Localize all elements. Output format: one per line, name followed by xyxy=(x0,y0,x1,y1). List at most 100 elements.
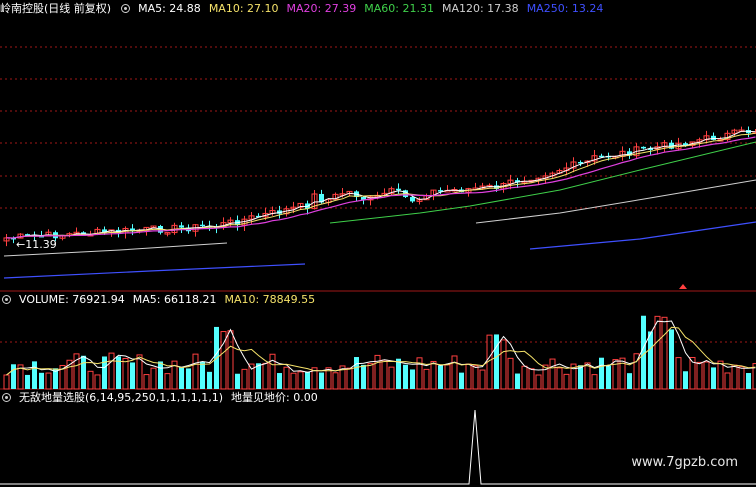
volume-bar xyxy=(549,358,556,390)
volume-bar xyxy=(578,365,583,389)
price-panel-header: 岭南控股(日线 前复权) MA5: 24.88 MA10: 27.10 MA20: … xyxy=(0,1,603,16)
custom-indicator-title: 无敌地量选股(6,14,95,250,1,1,1,1,1,1) xyxy=(19,391,224,404)
volume-bar xyxy=(627,373,632,389)
volume-bar xyxy=(599,357,604,389)
volume-bar xyxy=(606,365,611,389)
volume-bar xyxy=(494,334,499,389)
volume-bar xyxy=(108,352,115,390)
volume-bar xyxy=(711,367,716,389)
volume-bar xyxy=(683,371,688,389)
volume-bar xyxy=(717,360,724,390)
candle-body xyxy=(711,135,716,140)
volume-bar xyxy=(648,331,653,389)
low-price-arrow-icon: ← xyxy=(16,238,26,251)
volume-bar xyxy=(262,362,269,390)
stock-chart-window: 岭南控股(日线 前复权) MA5: 24.88 MA10: 27.10 MA20: … xyxy=(0,0,756,487)
volume-bar xyxy=(179,366,184,389)
volume-bar xyxy=(500,339,507,390)
volume-bar xyxy=(591,374,598,390)
volume-bar xyxy=(354,357,359,389)
custom-indicator-value: 地量见地价: 0.00 xyxy=(231,391,318,404)
custom-settings-gear-icon[interactable] xyxy=(2,392,11,402)
volume-bar xyxy=(367,363,374,390)
volume-bar xyxy=(269,353,276,390)
volume-bar xyxy=(87,370,94,390)
volume-bar xyxy=(535,374,542,390)
stock-title: 岭南控股(日线 前复权) xyxy=(0,2,112,15)
volume-bar xyxy=(283,366,290,390)
settings-gear-icon[interactable] xyxy=(121,3,131,13)
volume-bar xyxy=(731,364,738,390)
volume-bar xyxy=(515,373,520,389)
volume-bar xyxy=(207,371,212,389)
signal-marker-icon xyxy=(679,284,687,289)
volume-bar xyxy=(45,372,52,390)
volume-bar xyxy=(459,372,464,389)
volume-bar xyxy=(479,369,486,390)
volume-bar xyxy=(444,364,451,390)
volume-bar xyxy=(290,372,297,390)
volume-bar xyxy=(346,367,353,390)
ma-indicator-4: MA120: 17.38 xyxy=(441,1,519,15)
volume-bar xyxy=(305,371,310,389)
candle-body xyxy=(179,225,184,228)
ma-indicator-1: MA10: 27.10 xyxy=(208,1,279,15)
ma-indicator-2: MA20: 27.39 xyxy=(286,1,357,15)
volume-settings-gear-icon[interactable] xyxy=(2,294,11,304)
candle-body xyxy=(396,188,401,191)
ma20-line xyxy=(6,136,756,239)
volume-bar xyxy=(39,372,44,389)
volume-bar xyxy=(200,361,205,389)
volume-bar xyxy=(277,373,282,389)
volume-bar xyxy=(381,359,388,390)
volume-bar xyxy=(423,368,430,390)
ma-indicator-3: MA60: 21.31 xyxy=(364,1,434,15)
volume-bar xyxy=(465,363,472,390)
ma250-line xyxy=(529,221,756,250)
volume-bar xyxy=(675,357,682,390)
volume-bar xyxy=(130,362,135,389)
ma-indicator-list: MA5: 24.88 MA10: 27.10 MA20: 27.39 MA60: 21… xyxy=(138,2,603,15)
ma-indicator-0: MA5: 24.88 xyxy=(138,1,201,15)
volume-bar xyxy=(738,366,745,390)
chart-canvas[interactable] xyxy=(0,0,756,487)
volume-bar xyxy=(32,361,37,389)
volume-bar xyxy=(227,330,234,390)
volume-bar xyxy=(164,373,171,390)
volume-bar xyxy=(256,363,261,389)
volume-bar xyxy=(150,367,157,390)
ma250-line xyxy=(3,263,306,279)
volume-bar xyxy=(388,366,395,390)
volume-ma-indicator-1: MA10: 78849.55 xyxy=(224,292,316,306)
volume-bar xyxy=(410,369,415,389)
volume-bar xyxy=(403,364,408,389)
volume-bar xyxy=(319,372,324,389)
volume-bar xyxy=(94,374,101,390)
volume-bar xyxy=(235,373,240,389)
volume-bar xyxy=(430,360,437,390)
volume-bar xyxy=(81,355,86,389)
volume-bar xyxy=(703,361,710,390)
watermark: www.7gpzb.com xyxy=(631,455,738,470)
volume-bar xyxy=(746,373,751,389)
volume-bar xyxy=(451,355,458,390)
volume-indicator-list: MA5: 66118.21 MA10: 78849.55 xyxy=(133,293,315,306)
volume-bar xyxy=(661,316,668,390)
volume-bar xyxy=(438,365,443,389)
ma60-line xyxy=(329,141,756,224)
ma-indicator-5: MA250: 13.24 xyxy=(526,1,604,15)
volume-bar xyxy=(563,373,570,390)
volume-bar xyxy=(332,372,339,390)
volume-panel-header: VOLUME: 76921.94 MA5: 66118.21 MA10: 7884… xyxy=(0,292,315,306)
volume-bar xyxy=(669,329,674,389)
candle-body xyxy=(200,224,205,227)
volume-bar xyxy=(521,365,528,390)
volume-bar xyxy=(396,358,401,389)
volume-bar xyxy=(297,371,304,390)
indicator-signal-line xyxy=(0,409,756,485)
volume-title: VOLUME: 76921.94 xyxy=(19,292,125,306)
volume-bar xyxy=(143,374,150,390)
volume-bar xyxy=(186,368,191,389)
candle-body xyxy=(641,146,646,149)
volume-bar xyxy=(241,368,248,390)
